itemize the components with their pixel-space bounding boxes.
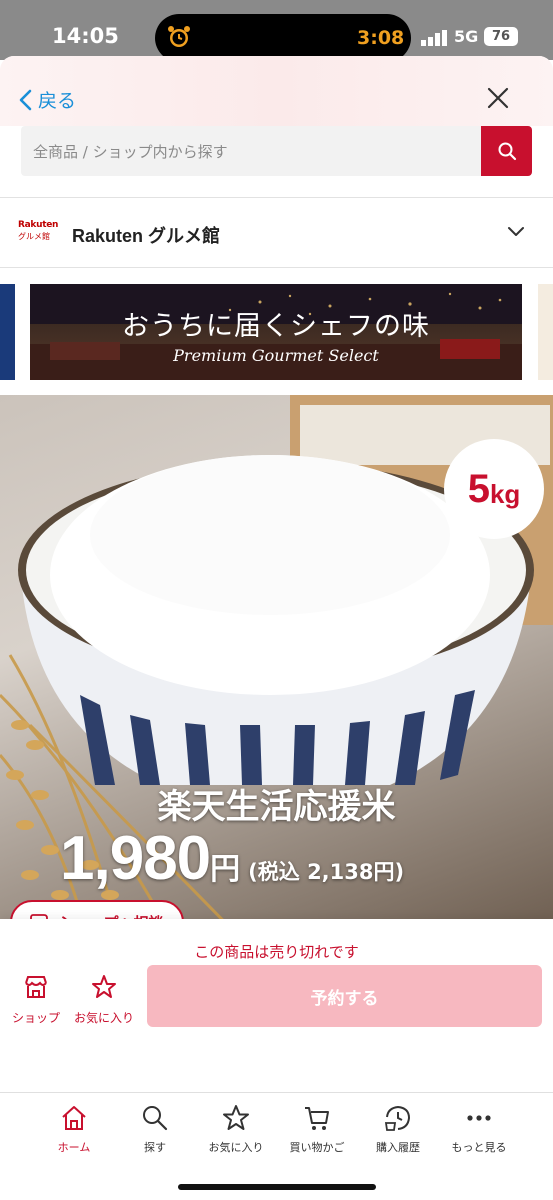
tab-home[interactable]: ホーム bbox=[34, 1103, 114, 1155]
price-tax-included: (税込 2,138円) bbox=[248, 860, 405, 884]
search-bar: 全商品 / ショップ内から探す bbox=[21, 126, 532, 176]
back-button[interactable]: 戻る bbox=[18, 86, 76, 113]
tab-favorites[interactable]: お気に入り bbox=[196, 1103, 276, 1155]
reserve-button[interactable]: 予約する bbox=[147, 965, 542, 1027]
banner-title: おうちに届くシェフの味 bbox=[122, 311, 430, 342]
tab-search[interactable]: 探す bbox=[115, 1103, 195, 1155]
shop-name: Rakuten グルメ館 bbox=[72, 226, 221, 246]
status-bar: 14:05 3:08 5G 76 bbox=[0, 0, 553, 62]
tab-more[interactable]: もっと見る bbox=[439, 1103, 519, 1155]
price-value: 1,980 bbox=[60, 824, 211, 893]
home-indicator bbox=[178, 1184, 376, 1190]
divider bbox=[0, 267, 553, 268]
shop-selector[interactable]: Rakuten グルメ館 Rakuten グルメ館 bbox=[0, 198, 553, 268]
price-line: 1,980 円 (税込 2,138円) bbox=[60, 823, 404, 894]
cart-icon bbox=[305, 1107, 329, 1130]
back-label: 戻る bbox=[38, 90, 77, 112]
chevron-left-icon bbox=[19, 89, 32, 110]
alarm-icon bbox=[168, 26, 190, 47]
tab-history[interactable]: 購入履歴 bbox=[358, 1103, 438, 1155]
network-type: 5G bbox=[454, 27, 479, 46]
search-icon bbox=[498, 142, 516, 161]
history-icon bbox=[384, 1105, 411, 1131]
banner-next-peek[interactable] bbox=[538, 284, 553, 380]
shop-logo: Rakuten グルメ館 bbox=[18, 220, 59, 241]
banner-subtitle: Premium Gourmet Select bbox=[173, 346, 379, 365]
bottom-tab-bar: ホーム 探す お気に入り 買い物かご 購入履歴 もっと見る bbox=[0, 1092, 553, 1200]
shop-link-button[interactable]: ショップ bbox=[12, 973, 60, 1026]
star-icon bbox=[223, 1105, 249, 1130]
purchase-bar: この商品は売り切れです ショップ お気に入り 予約する bbox=[0, 919, 553, 1094]
promo-banner[interactable]: おうちに届くシェフの味 Premium Gourmet Select bbox=[30, 284, 522, 380]
price-unit: 円 bbox=[210, 852, 241, 887]
chevron-down-icon bbox=[508, 227, 524, 236]
soldout-message: この商品は売り切れです bbox=[194, 943, 359, 961]
status-time: 14:05 bbox=[52, 24, 119, 48]
search-button[interactable] bbox=[481, 126, 532, 176]
tab-cart[interactable]: 買い物かご bbox=[277, 1103, 357, 1155]
star-icon bbox=[92, 975, 116, 998]
timer-readout: 3:08 bbox=[357, 27, 405, 49]
store-icon bbox=[25, 976, 47, 998]
home-icon bbox=[62, 1106, 86, 1130]
signal-icon bbox=[421, 30, 447, 46]
close-icon[interactable] bbox=[484, 84, 512, 112]
more-icon bbox=[467, 1115, 491, 1121]
battery-icon: 76 bbox=[484, 27, 518, 46]
search-icon bbox=[143, 1106, 168, 1131]
search-input[interactable]: 全商品 / ショップ内から探す bbox=[21, 126, 481, 176]
banner-prev-peek[interactable] bbox=[0, 284, 15, 380]
weight-badge: 5 kg bbox=[444, 439, 544, 539]
product-image[interactable]: 5 kg 楽天生活応援米 1,980 円 (税込 2,138円) bbox=[0, 395, 553, 948]
favorite-button[interactable]: お気に入り bbox=[70, 973, 138, 1026]
product-name: 楽天生活応援米 bbox=[157, 787, 396, 827]
